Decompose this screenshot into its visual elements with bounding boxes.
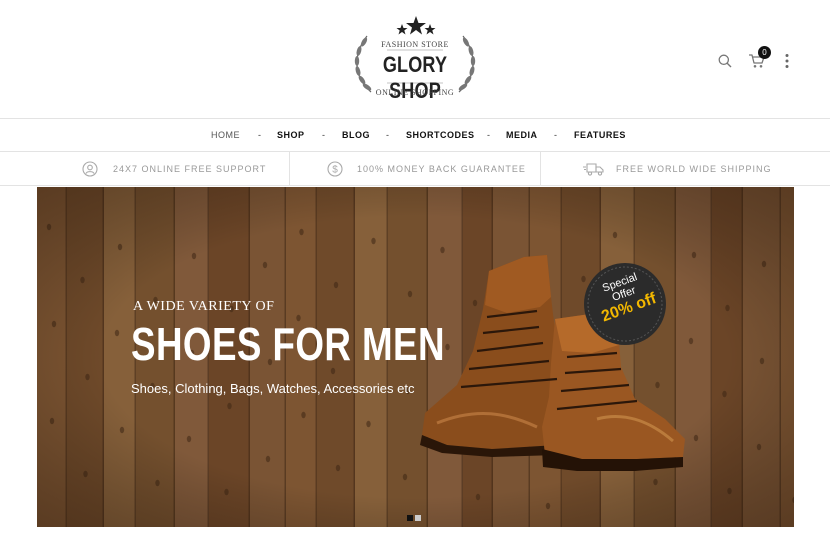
star-icon xyxy=(396,24,408,35)
nav-item-shop[interactable]: SHOP xyxy=(277,119,305,151)
hero-kicker: A WIDE VARIETY OF xyxy=(133,299,275,314)
feature-shipping: FREE WORLD WIDE SHIPPING xyxy=(541,152,830,186)
star-icon xyxy=(424,24,436,35)
main-navigation: HOME - SHOP - BLOG - SHORTCODES - MEDIA … xyxy=(0,118,830,152)
nav-item-media[interactable]: MEDIA xyxy=(506,119,538,151)
logo-tagline-top: FASHION STORE xyxy=(381,40,449,49)
support-icon xyxy=(82,161,98,177)
cart-count-badge: 0 xyxy=(758,46,771,59)
logo[interactable]: FASHION STORE GLORY SHOP ONLINE SHOPPING xyxy=(345,14,485,103)
svg-text:$: $ xyxy=(332,165,338,176)
nav-separator: - xyxy=(487,130,490,140)
money-icon: $ xyxy=(327,161,343,177)
nav-separator: - xyxy=(322,130,325,140)
nav-separator: - xyxy=(386,130,389,140)
nav-separator: - xyxy=(554,130,557,140)
hero-subtitle: Shoes, Clothing, Bags, Watches, Accessor… xyxy=(131,381,415,396)
star-icon xyxy=(406,16,426,35)
slider-dot-2[interactable] xyxy=(415,515,421,521)
nav-item-blog[interactable]: BLOG xyxy=(342,119,370,151)
features-bar: 24X7 ONLINE FREE SUPPORT $ 100% MONEY BA… xyxy=(0,152,830,186)
feature-money-back: $ 100% MONEY BACK GUARANTEE xyxy=(290,152,540,186)
logo-tagline-bottom: ONLINE SHOPPING xyxy=(375,88,455,97)
feature-money-back-text: 100% MONEY BACK GUARANTEE xyxy=(357,164,526,174)
nav-item-home[interactable]: HOME xyxy=(211,119,240,151)
nav-item-features[interactable]: FEATURES xyxy=(574,119,626,151)
hero-slider[interactable]: A WIDE VARIETY OF SHOES FOR MEN Shoes, C… xyxy=(37,187,794,527)
feature-support: 24X7 ONLINE FREE SUPPORT xyxy=(0,152,289,186)
shipping-truck-icon xyxy=(583,163,604,176)
hero-title: SHOES FOR MEN xyxy=(131,318,445,370)
slider-pagination xyxy=(407,508,423,526)
search-icon[interactable] xyxy=(718,54,732,73)
nav-item-shortcodes[interactable]: SHORTCODES xyxy=(406,119,475,151)
more-vertical-icon[interactable] xyxy=(784,53,790,74)
special-offer-badge: Special Offer 20% off xyxy=(583,262,667,346)
feature-support-text: 24X7 ONLINE FREE SUPPORT xyxy=(113,164,267,174)
slider-dot-1[interactable] xyxy=(407,515,413,521)
feature-shipping-text: FREE WORLD WIDE SHIPPING xyxy=(616,164,772,174)
nav-separator: - xyxy=(258,130,261,140)
